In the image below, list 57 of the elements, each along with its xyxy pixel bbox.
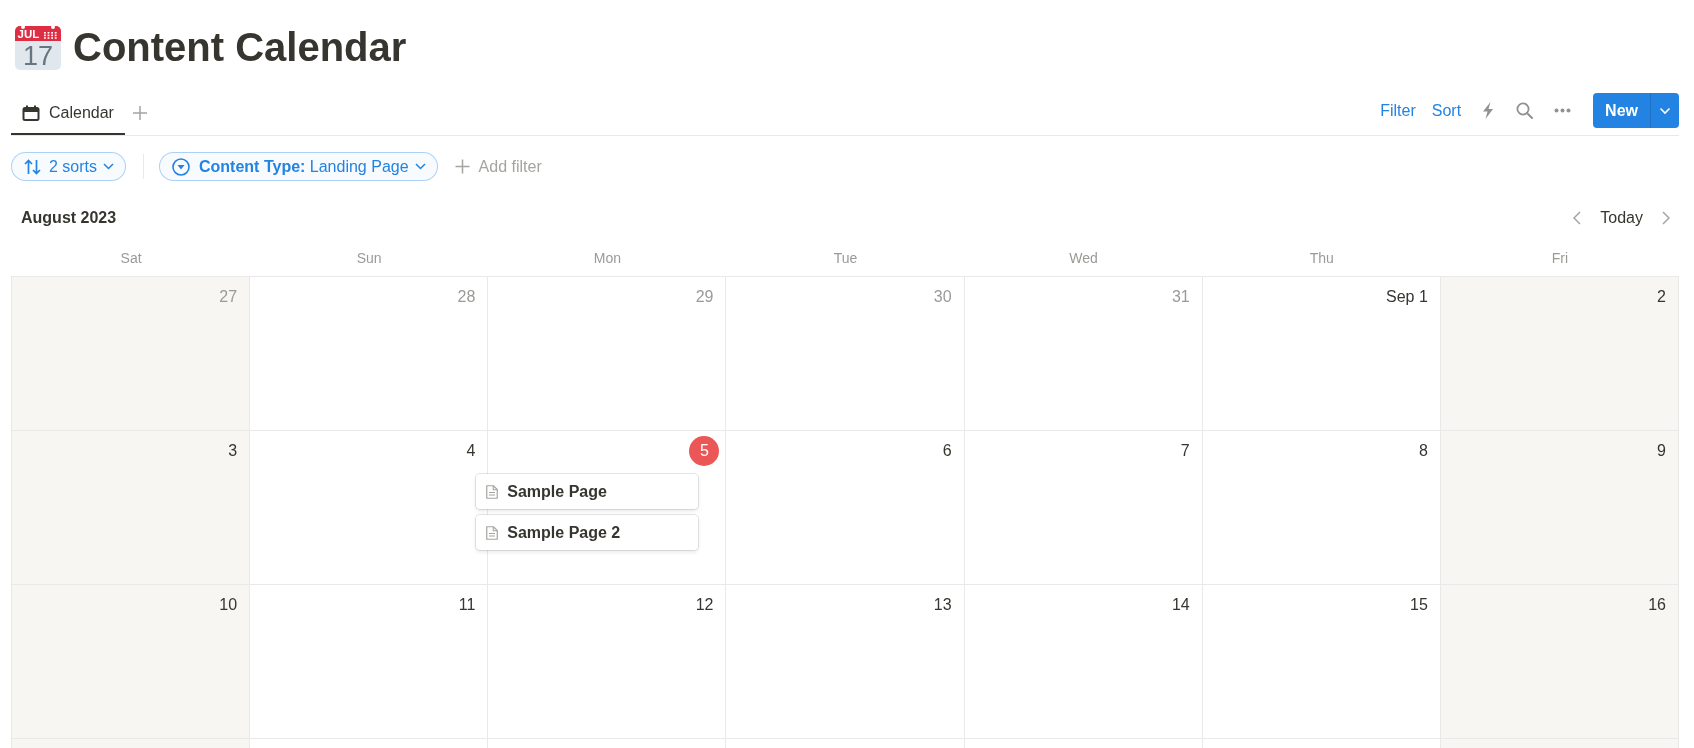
date-number: 11 <box>457 595 477 615</box>
new-button[interactable]: New <box>1593 93 1650 128</box>
date-number: 10 <box>218 595 239 615</box>
chevron-down-icon <box>414 163 426 170</box>
weekday-label: Thu <box>1309 250 1334 266</box>
date-number: 4 <box>465 441 477 461</box>
filter-button[interactable]: Filter <box>1372 97 1424 124</box>
date-number: 3 <box>227 441 239 461</box>
weekday-label: Tue <box>833 250 858 266</box>
event-card[interactable]: Sample Page <box>476 474 699 509</box>
date-number: 15 <box>1409 595 1429 615</box>
date-number: 29 <box>694 287 715 307</box>
date-number: 8 <box>1417 441 1429 461</box>
view-tab[interactable]: Calendar <box>11 90 125 135</box>
today-button[interactable]: Today <box>1589 203 1654 232</box>
date-number: 27 <box>218 287 239 307</box>
date-number: 14 <box>1170 595 1191 615</box>
chevron-right-icon[interactable] <box>1662 210 1670 225</box>
date-number: 13 <box>932 595 953 615</box>
calendar-emoji-icon: JUL 17 <box>15 25 61 70</box>
date-number: 31 <box>1170 287 1191 307</box>
month-title: August 2023 <box>21 208 117 227</box>
chevron-down-icon <box>1659 106 1671 115</box>
plus-icon[interactable] <box>131 104 148 121</box>
document-icon <box>486 525 499 540</box>
date-number: 2 <box>1656 287 1667 307</box>
document-icon <box>486 484 499 499</box>
date-number: Sep 1 <box>1385 287 1429 307</box>
chevron-down-icon <box>103 163 114 170</box>
date-number: 28 <box>456 287 477 307</box>
weekday-label: Fri <box>1551 250 1569 266</box>
date-number: 9 <box>1656 441 1667 461</box>
chevron-left-icon[interactable] <box>1573 210 1582 225</box>
sort-arrows-icon <box>24 158 41 175</box>
date-number: 12 <box>694 595 715 615</box>
weekday-label: Wed <box>1069 250 1098 266</box>
date-number: 30 <box>932 287 953 307</box>
plus-icon <box>454 159 470 174</box>
lightning-icon[interactable] <box>1482 102 1495 119</box>
weekday-label: Sun <box>356 250 382 266</box>
search-icon[interactable] <box>1516 102 1534 119</box>
today-date-badge: 5 <box>689 436 720 466</box>
page-title: Content Calendar <box>73 25 407 70</box>
date-number: 6 <box>941 441 953 461</box>
date-number: 7 <box>1179 441 1191 461</box>
dropdown-button[interactable] <box>1650 93 1679 128</box>
calendar-icon <box>22 104 40 121</box>
weekday-label: Mon <box>593 250 621 266</box>
more-icon[interactable] <box>1554 108 1572 113</box>
weekday-label: Sat <box>120 250 142 266</box>
sort-pill[interactable]: 2 sorts <box>11 152 126 181</box>
filter-pill[interactable]: Content Type: Landing Page <box>159 152 438 181</box>
date-number: 16 <box>1647 595 1667 615</box>
sort-button[interactable]: Sort <box>1423 97 1470 124</box>
filter-circle-icon <box>172 157 190 176</box>
event-card[interactable]: Sample Page 2 <box>476 515 699 550</box>
add-filter-button[interactable]: Add filter <box>454 157 542 176</box>
